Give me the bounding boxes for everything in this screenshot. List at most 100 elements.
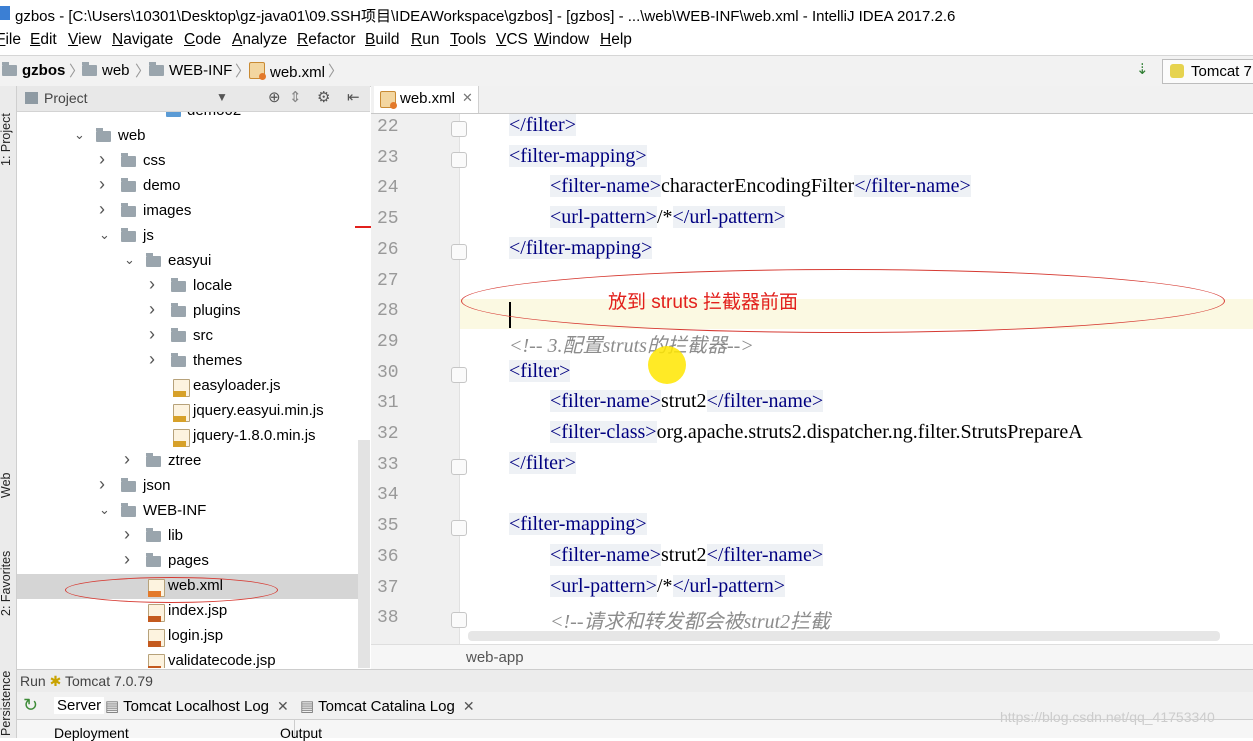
tree-item-label: plugins — [193, 302, 241, 319]
breadcrumb-project[interactable]: gzbos — [2, 62, 65, 79]
fold-marker-icon[interactable] — [451, 366, 467, 383]
tree-item-images[interactable]: › images — [17, 199, 370, 224]
tree-item-easyui[interactable]: ⌄ easyui — [17, 249, 370, 274]
menu-window[interactable]: Window — [534, 31, 589, 49]
tree-item-demo[interactable]: › demo — [17, 174, 370, 199]
annotation-ellipse-web-xml — [65, 577, 278, 603]
tree-item-jquery-1-8-0-min-js[interactable]: jquery-1.8.0.min.js — [17, 424, 370, 449]
tree-item-label: easyui — [168, 252, 212, 269]
js-file-icon — [173, 404, 190, 422]
chevron-right-icon[interactable]: › — [124, 449, 130, 470]
xml-text: /* — [656, 574, 673, 597]
view-dropdown-icon[interactable]: ▼ — [216, 90, 228, 104]
tree-item-web[interactable]: ⌄ web — [17, 124, 370, 149]
chevron-down-icon[interactable]: ⌄ — [99, 502, 110, 518]
tree-item-pages[interactable]: › pages — [17, 549, 370, 574]
tree-item-ztree[interactable]: › ztree — [17, 449, 370, 474]
fold-marker-icon[interactable] — [451, 520, 467, 537]
chevron-down-icon[interactable]: ⌄ — [99, 227, 110, 243]
chevron-right-icon[interactable]: › — [99, 149, 105, 170]
breadcrumb-web-inf[interactable]: WEB-INF — [149, 62, 232, 79]
tab-server[interactable]: Server — [54, 697, 105, 714]
editor-breadcrumb-status: web-app — [371, 644, 1253, 670]
fold-marker-icon[interactable] — [451, 151, 467, 168]
web-tool-tab[interactable]: Web — [0, 473, 13, 498]
breadcrumb-separator: 〉 — [135, 63, 151, 80]
window-title: gzbos - [C:\Users\10301\Desktop\gz-java0… — [15, 8, 956, 25]
chevron-right-icon[interactable]: › — [99, 199, 105, 220]
breadcrumb-web-xml[interactable]: web.xml — [249, 62, 325, 81]
menu-view[interactable]: View — [68, 31, 101, 49]
tree-item-easyloader-js[interactable]: easyloader.js — [17, 374, 370, 399]
favorites-tool-tab[interactable]: 2: Favorites — [0, 551, 13, 616]
tree-item-login-jsp[interactable]: login.jsp — [17, 624, 370, 649]
tree-item-demo02[interactable]: demo02 — [17, 112, 370, 124]
breadcrumb-web[interactable]: web — [82, 62, 130, 79]
xml-tag: <filter-name> — [550, 175, 661, 198]
menu-file[interactable]: File — [0, 31, 21, 49]
tree-item-web-inf[interactable]: ⌄ WEB-INF — [17, 499, 370, 524]
menu-analyze[interactable]: Analyze — [232, 31, 287, 49]
tree-item-jquery-easyui-min-js[interactable]: jquery.easyui.min.js — [17, 399, 370, 424]
persistence-tool-tab[interactable]: Persistence — [0, 671, 13, 736]
chevron-right-icon[interactable]: › — [149, 324, 155, 345]
tree-item-lib[interactable]: › lib — [17, 524, 370, 549]
tab-tomcat-localhost-log[interactable]: ▤ Tomcat Localhost Log ✕ — [105, 697, 289, 715]
chevron-right-icon[interactable]: › — [149, 299, 155, 320]
code-line: </filter> — [509, 114, 576, 137]
editor-tab-web-xml[interactable]: web.xml ✕ — [374, 86, 479, 113]
tree-item-locale[interactable]: › locale — [17, 274, 370, 299]
menu-edit[interactable]: Edit — [30, 31, 57, 49]
tab-tomcat-catalina-log[interactable]: ▤ Tomcat Catalina Log ✕ — [300, 697, 475, 715]
tree-item-themes[interactable]: › themes — [17, 349, 370, 374]
chevron-down-icon[interactable]: ⌄ — [74, 127, 85, 143]
breadcrumb-separator: 〉 — [235, 63, 251, 80]
menu-run[interactable]: Run — [411, 31, 439, 49]
settings-gear-icon[interactable]: ⚙ — [317, 88, 330, 106]
xml-breadcrumb-web-app[interactable]: web-app — [466, 649, 524, 666]
code-line: <url-pattern>/*</url-pattern> — [550, 574, 786, 598]
chevron-right-icon[interactable]: › — [124, 524, 130, 545]
menu-build[interactable]: Build — [365, 31, 399, 49]
tree-item-css[interactable]: › css — [17, 149, 370, 174]
run-configuration-select[interactable]: Tomcat 7 — [1162, 59, 1253, 84]
project-tool-tab[interactable]: 1: Project — [0, 113, 13, 166]
code-line: <filter-mapping> — [509, 513, 647, 536]
run-panel-title: Run ✱ Tomcat 7.0.79 — [20, 673, 153, 689]
hide-panel-icon[interactable]: ⇤ — [347, 88, 360, 106]
xml-tag: </filter-name> — [854, 175, 971, 198]
tree-item-validatecode-jsp[interactable]: validatecode.jsp — [17, 649, 370, 668]
fold-marker-icon[interactable] — [451, 243, 467, 260]
rerun-icon[interactable]: ↻ — [23, 695, 38, 716]
scroll-from-source-icon[interactable]: ⊕ — [268, 88, 281, 106]
menu-refactor[interactable]: Refactor — [297, 31, 356, 49]
chevron-down-icon[interactable]: ⌄ — [124, 252, 135, 268]
tree-item-index-jsp[interactable]: index.jsp — [17, 599, 370, 624]
chevron-right-icon[interactable]: › — [99, 174, 105, 195]
fold-marker-icon[interactable] — [451, 612, 467, 629]
close-tab-icon[interactable]: ✕ — [462, 90, 473, 106]
chevron-right-icon[interactable]: › — [149, 349, 155, 370]
chevron-right-icon[interactable]: › — [99, 474, 105, 495]
folder-icon — [146, 453, 161, 467]
collapse-all-icon[interactable]: ⇕ — [289, 88, 302, 106]
tree-item-plugins[interactable]: › plugins — [17, 299, 370, 324]
tree-item-src[interactable]: › src — [17, 324, 370, 349]
menu-tools[interactable]: Tools — [450, 31, 486, 49]
folder-icon — [146, 253, 161, 267]
menu-navigate[interactable]: Navigate — [112, 31, 173, 49]
tree-item-json[interactable]: › json — [17, 474, 370, 499]
editor-horizontal-scrollbar[interactable] — [468, 631, 1220, 641]
chevron-right-icon[interactable]: › — [149, 274, 155, 295]
chevron-right-icon[interactable]: › — [124, 549, 130, 570]
menu-help[interactable]: Help — [600, 31, 632, 49]
project-scrollbar[interactable] — [358, 440, 370, 668]
update-project-icon[interactable]: ⇣ — [1136, 60, 1149, 78]
menu-vcs[interactable]: VCS — [496, 31, 528, 49]
folder-icon — [171, 328, 186, 342]
fold-marker-icon[interactable] — [451, 458, 467, 475]
menu-code[interactable]: Code — [184, 31, 221, 49]
fold-marker-icon[interactable] — [451, 121, 467, 137]
tree-item-js[interactable]: ⌄ js — [17, 224, 370, 249]
code-line: <filter> — [509, 359, 571, 383]
